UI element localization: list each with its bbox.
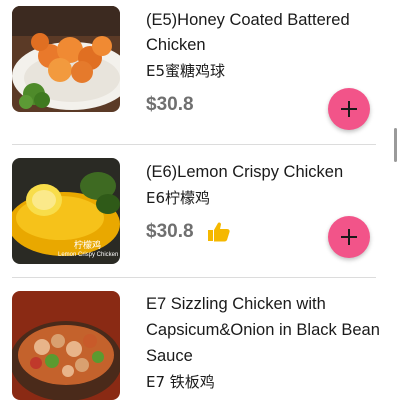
image-caption-en: Lemon Crispy Chicken: [58, 252, 119, 258]
add-to-cart-button[interactable]: [328, 88, 370, 130]
lemon-chicken-photo[interactable]: 柠檬鸡 Lemon Crispy Chicken: [12, 158, 120, 264]
item-name-en-line2: Chicken: [146, 36, 206, 54]
item-name-cn: E7 铁板鸡: [146, 373, 215, 391]
item-name-en-line1: E7 Sizzling Chicken with: [146, 295, 326, 313]
item-name-en-line2: Capsicum&Onion in Black Bean: [146, 321, 380, 339]
menu-item-e7[interactable]: E7 Sizzling Chicken with Capsicum&Onion …: [0, 278, 392, 400]
item-price: $30.8: [146, 221, 194, 242]
item-name-cn: E6柠檬鸡: [146, 189, 211, 207]
add-to-cart-button[interactable]: [328, 216, 370, 258]
plus-icon-vertical: [348, 101, 350, 117]
plus-icon-vertical: [348, 229, 350, 245]
item-price: $30.8: [146, 94, 194, 115]
thumbs-up-icon: [208, 222, 230, 242]
item-name-en-line1: (E5)Honey Coated Battered: [146, 11, 350, 29]
item-name-en-line3: Sauce: [146, 347, 193, 365]
image-caption-cn: 柠檬鸡: [74, 241, 102, 251]
menu-list[interactable]: (E5)Honey Coated Battered Chicken E5蜜糖鸡球…: [0, 0, 400, 400]
item-name-cn: E5蜜糖鸡球: [146, 62, 226, 80]
vertical-scrollbar[interactable]: [394, 128, 397, 162]
menu-item-e5[interactable]: (E5)Honey Coated Battered Chicken E5蜜糖鸡球…: [0, 0, 392, 145]
item-name-en-line1: (E6)Lemon Crispy Chicken: [146, 163, 344, 181]
sizzling-chicken-photo[interactable]: [12, 291, 120, 400]
menu-item-e6[interactable]: 柠檬鸡 Lemon Crispy Chicken (E6)Lemon Crisp…: [0, 145, 392, 277]
honey-chicken-photo[interactable]: [12, 6, 120, 112]
